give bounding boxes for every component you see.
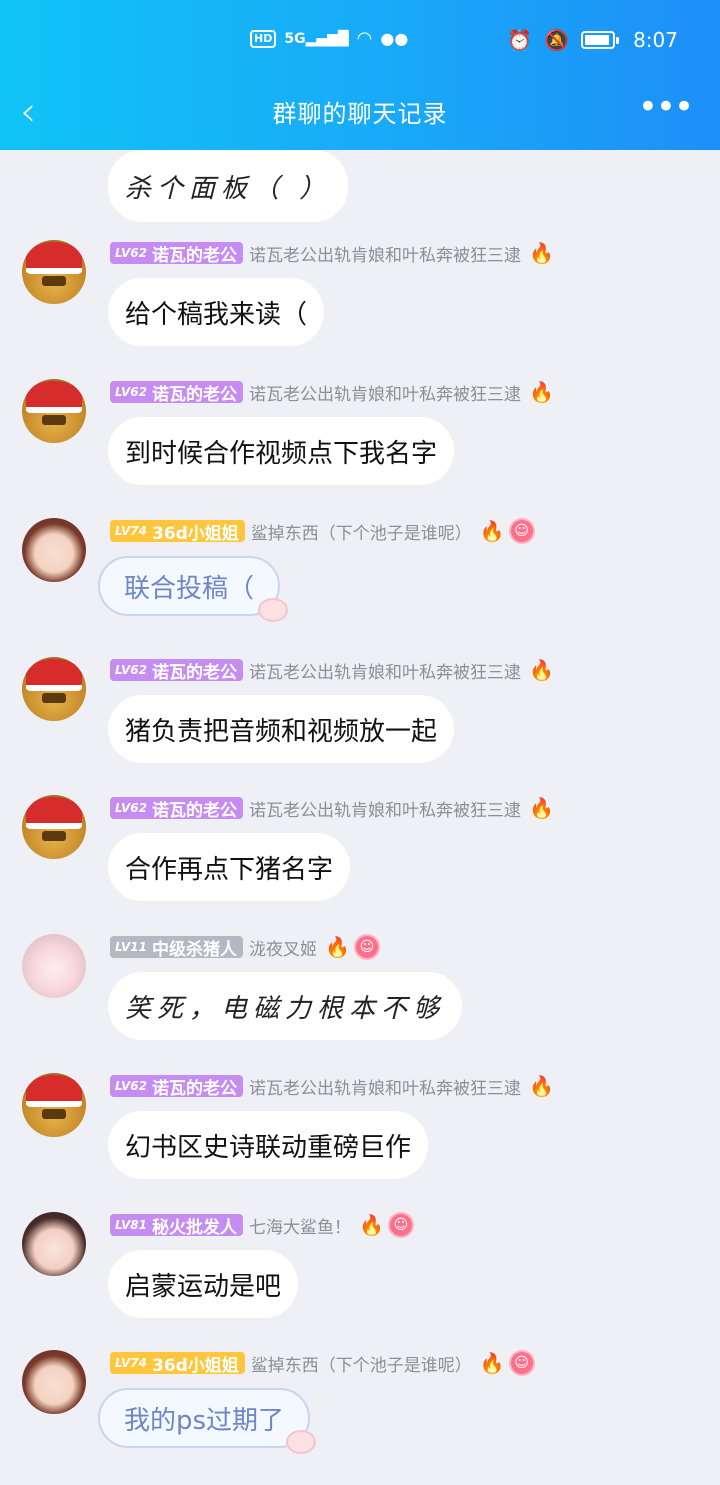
message-bubble[interactable]: 猪负责把音频和视频放一起 [108,695,455,763]
level-badge: LV74 36d小姐姐 [110,1352,245,1376]
message-header: LV81 秘火批发人 七海大鲨鱼！ 🔥 ☺ [110,1212,412,1238]
chat-message: LV11 中级杀猪人 泷夜叉姬 🔥 ☺ 笑死，电磁力根本不够 [0,934,720,1072]
clock: 8:07 [633,28,678,52]
flame-icon: 🔥 [358,1213,384,1237]
message-bubble[interactable]: 到时候合作视频点下我名字 [108,417,455,485]
chat-message: 杀个面板（ ） [0,150,720,250]
alarm-icon: ⏰ [507,28,533,52]
avatar[interactable] [22,518,86,582]
sender-nickname: 诺瓦老公出轨肯娘和叶私奔被狂三逮 [248,800,521,821]
message-bubble[interactable]: 启蒙运动是吧 [108,1250,299,1318]
chat-message: LV62 诺瓦的老公 诺瓦老公出轨肯娘和叶私奔被狂三逮 🔥 给个稿我来读（ [0,240,720,378]
flame-icon: 🔥 [528,241,554,265]
signal-icon: 5G▂▄▆█ [284,30,349,47]
avatar[interactable] [22,934,86,998]
chat-message: LV62 诺瓦的老公 诺瓦老公出轨肯娘和叶私奔被狂三逮 🔥 合作再点下猪名字 [0,795,720,933]
level-badge: LV62 诺瓦的老公 [110,659,243,683]
sender-nickname: 诺瓦老公出轨肯娘和叶私奔被狂三逮 [248,662,521,683]
level-badge: LV81 秘火批发人 [110,1214,243,1238]
chat-list[interactable]: 杀个面板（ ） LV62 诺瓦的老公 诺瓦老公出轨肯娘和叶私奔被狂三逮 🔥 给个稿… [0,150,720,1485]
flame-icon: 🔥 [479,519,505,543]
wechat-icon: ●● [380,29,409,48]
level-badge: LV62 诺瓦的老公 [110,381,243,405]
message-header: LV62 诺瓦的老公 诺瓦老公出轨肯娘和叶私奔被狂三逮 🔥 [110,657,554,683]
avatar[interactable] [22,795,86,859]
message-header: LV62 诺瓦的老公 诺瓦老公出轨肯娘和叶私奔被狂三逮 🔥 [110,795,554,821]
message-bubble[interactable]: 幻书区史诗联动重磅巨作 [108,1111,429,1179]
page-title: 群聊的聊天记录 [272,100,448,128]
wifi-icon: ◠ [356,28,373,49]
flame-icon: 🔥 [324,935,350,959]
sender-nickname: 泷夜叉姬 [248,939,317,960]
medal-icon: ☺ [510,1352,533,1374]
pig-sticker-icon [258,598,288,622]
avatar[interactable] [22,379,86,443]
medal-icon: ☺ [355,936,378,958]
status-bar: HD 5G▂▄▆█ ◠ ●● ⏰ 🔕 8:07 [0,0,720,84]
flame-icon: 🔥 [479,1351,505,1375]
message-header: LV62 诺瓦的老公 诺瓦老公出轨肯娘和叶私奔被狂三逮 🔥 [110,240,554,266]
message-header: LV62 诺瓦的老公 诺瓦老公出轨肯娘和叶私奔被狂三逮 🔥 [110,1073,554,1099]
level-badge: LV74 36d小姐姐 [110,520,245,544]
medal-icon: ☺ [510,520,533,542]
level-badge: LV11 中级杀猪人 [110,936,243,960]
sender-nickname: 诺瓦老公出轨肯娘和叶私奔被狂三逮 [248,384,521,405]
sender-nickname: 诺瓦老公出轨肯娘和叶私奔被狂三逮 [248,1078,521,1099]
sender-nickname: 鲨掉东西（下个池子是谁呢） [250,1355,472,1376]
flame-icon: 🔥 [528,658,554,682]
message-bubble[interactable]: 我的ps过期了 [98,1388,311,1448]
avatar[interactable] [22,1350,86,1414]
chat-message: LV62 诺瓦的老公 诺瓦老公出轨肯娘和叶私奔被狂三逮 🔥 到时候合作视频点下我名… [0,379,720,517]
level-badge: LV62 诺瓦的老公 [110,242,243,266]
chat-message: LV74 36d小姐姐 鲨掉东西（下个池子是谁呢） 🔥 ☺ 我的ps过期了 [0,1350,720,1485]
message-header: LV62 诺瓦的老公 诺瓦老公出轨肯娘和叶私奔被狂三逮 🔥 [110,379,554,405]
flame-icon: 🔥 [528,1074,554,1098]
avatar[interactable] [22,1073,86,1137]
message-header: LV74 36d小姐姐 鲨掉东西（下个池子是谁呢） 🔥 ☺ [110,518,533,544]
nav-bar: ‹ 群聊的聊天记录 ••• [0,84,720,150]
mute-icon: 🔕 [544,28,570,52]
level-badge: LV62 诺瓦的老公 [110,1075,243,1099]
chat-message: LV74 36d小姐姐 鲨掉东西（下个池子是谁呢） 🔥 ☺ 联合投稿（ [0,518,720,656]
message-bubble[interactable]: 合作再点下猪名字 [108,833,351,901]
message-bubble[interactable]: 联合投稿（ [98,556,281,616]
sender-nickname: 诺瓦老公出轨肯娘和叶私奔被狂三逮 [248,245,521,266]
avatar[interactable] [22,240,86,304]
avatar[interactable] [22,657,86,721]
sender-nickname: 七海大鲨鱼！ [248,1217,351,1238]
message-header: LV74 36d小姐姐 鲨掉东西（下个池子是谁呢） 🔥 ☺ [110,1350,533,1376]
message-bubble[interactable]: 给个稿我来读（ [108,278,325,346]
message-header: LV11 中级杀猪人 泷夜叉姬 🔥 ☺ [110,934,378,960]
chat-message: LV81 秘火批发人 七海大鲨鱼！ 🔥 ☺ 启蒙运动是吧 [0,1212,720,1350]
flame-icon: 🔥 [528,796,554,820]
medal-icon: ☺ [389,1214,412,1236]
sender-nickname: 鲨掉东西（下个池子是谁呢） [250,523,472,544]
chat-message: LV62 诺瓦的老公 诺瓦老公出轨肯娘和叶私奔被狂三逮 🔥 幻书区史诗联动重磅巨作 [0,1073,720,1211]
battery-icon [581,31,620,49]
avatar[interactable] [22,1212,86,1276]
message-bubble[interactable]: 笑死，电磁力根本不够 [108,972,463,1040]
level-badge: LV62 诺瓦的老公 [110,797,243,821]
pig-sticker-icon [286,1430,316,1454]
message-bubble[interactable]: 杀个面板（ ） [108,150,349,222]
hd-icon: HD [250,29,277,48]
chat-message: LV62 诺瓦的老公 诺瓦老公出轨肯娘和叶私奔被狂三逮 🔥 猪负责把音频和视频放一… [0,657,720,795]
flame-icon: 🔥 [528,380,554,404]
more-icon[interactable]: ••• [638,90,694,124]
top-bar: HD 5G▂▄▆█ ◠ ●● ⏰ 🔕 8:07 ‹ 群聊的聊天记录 ••• [0,0,720,150]
